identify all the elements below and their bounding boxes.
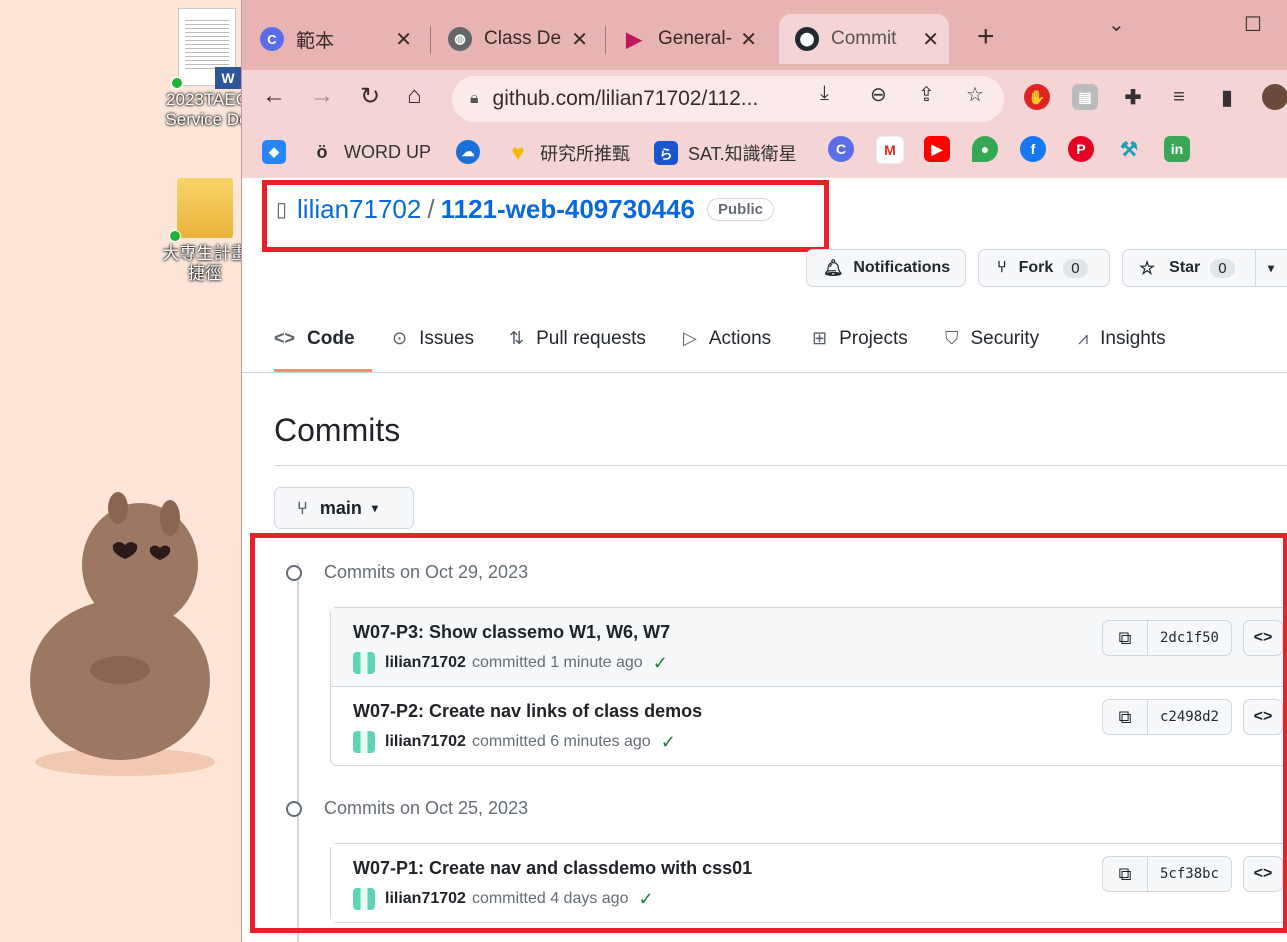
word-doc-thumbnail: W xyxy=(171,8,241,89)
tab-general[interactable]: ▶ General- ✕ xyxy=(622,14,767,64)
bookmark-item[interactable]: ☁ xyxy=(456,140,490,164)
back-icon[interactable]: ← xyxy=(262,82,286,110)
caret-down-icon: ▾ xyxy=(1268,261,1275,275)
tab-class-demo[interactable]: ◍ Class De ✕ xyxy=(448,14,598,64)
desktop-icon-label: 捷徑 xyxy=(188,264,222,283)
llama-wallpaper-illustration xyxy=(30,492,215,776)
sync-status-icon xyxy=(169,230,181,242)
branch-icon: ⑂ xyxy=(297,497,308,518)
document-extension-icon[interactable]: ▤ xyxy=(1072,84,1098,110)
shield-icon: ⛉ xyxy=(945,328,959,348)
sync-status-icon xyxy=(171,77,183,89)
issue-icon: ⊙ xyxy=(392,328,408,348)
branch-select-button[interactable]: ⑂ main ▾ xyxy=(274,487,414,529)
close-tab-icon[interactable]: ✕ xyxy=(922,27,939,52)
tab-insights[interactable]: ⩘ Insights xyxy=(1078,328,1166,372)
zoom-icon[interactable]: ⊖ xyxy=(870,82,887,107)
star-button[interactable]: ☆ Star 0 xyxy=(1122,249,1256,287)
bookmark-canva-icon[interactable]: C xyxy=(828,136,854,162)
folder-icon xyxy=(169,178,233,242)
bookmark-facebook-icon[interactable]: f xyxy=(1020,136,1046,162)
word-up-icon: ö xyxy=(316,141,328,162)
github-icon: ⬤ xyxy=(795,27,819,51)
url-text: github.com/lilian71702/112... xyxy=(492,87,759,110)
close-tab-icon[interactable]: ✕ xyxy=(571,27,588,52)
maximize-icon[interactable]: ☐ xyxy=(1244,12,1262,37)
divider xyxy=(274,465,1287,466)
browser-toolbar: ← → ↻ ⌂ 🔒︎ github.com/lilian71702/112...… xyxy=(242,70,1287,128)
bookmark-item[interactable]: ◆ xyxy=(262,140,296,164)
desktop-icon-folder-shortcut[interactable]: 大專生計畫 捷徑 xyxy=(155,178,255,284)
new-tab-button[interactable]: + xyxy=(977,20,995,54)
play-logo-icon: ▶ xyxy=(626,28,642,51)
caret-down-icon: ▾ xyxy=(371,501,378,515)
side-panel-icon[interactable]: ▮ xyxy=(1214,84,1240,110)
bookmark-tool-icon[interactable]: ⚒ xyxy=(1116,136,1142,162)
bell-icon: 🔔︎ xyxy=(823,260,844,277)
lock-icon: 🔒︎ xyxy=(470,90,479,107)
desktop-icon-label: 大專生計畫 xyxy=(162,244,248,263)
sat-icon: ら xyxy=(654,141,678,165)
fork-button[interactable]: ⑂ Fork 0 xyxy=(978,249,1110,287)
heart-icon: ♥ xyxy=(511,140,525,165)
pull-request-icon: ⇅ xyxy=(509,328,525,348)
tab-title: 範本 xyxy=(296,30,335,52)
media-control-icon[interactable]: ≡ xyxy=(1166,84,1192,110)
tab-pull-requests[interactable]: ⇅ Pull requests xyxy=(509,328,646,372)
adblock-extension-icon[interactable]: ✋ xyxy=(1024,84,1050,110)
tab-title: Commit xyxy=(831,28,897,49)
profile-avatar[interactable] xyxy=(1262,84,1287,110)
fork-count: 0 xyxy=(1063,258,1088,278)
home-icon[interactable]: ⌂ xyxy=(407,82,422,110)
tab-title: Class De xyxy=(484,28,562,49)
star-dropdown-button[interactable]: ▾ xyxy=(1255,249,1287,287)
repo-nav: <> Code ⊙ Issues ⇅ Pull requests ▷ Actions ⊞… xyxy=(242,328,1287,373)
extensions-puzzle-icon[interactable]: ✚ xyxy=(1120,84,1146,110)
bookmark-pinterest-icon[interactable]: P xyxy=(1068,136,1094,162)
close-tab-icon[interactable]: ✕ xyxy=(395,27,412,52)
tab-commits[interactable]: ⬤ Commit ✕ xyxy=(779,14,949,64)
bookmark-youtube-icon[interactable]: ▶ xyxy=(924,136,950,162)
word-icon: W xyxy=(215,67,241,89)
bookmark-maps-icon[interactable]: ● xyxy=(972,136,998,162)
notifications-button[interactable]: 🔔︎ Notifications xyxy=(806,249,966,287)
highlight-box-commits xyxy=(250,533,1287,933)
star-icon: ☆ xyxy=(1139,257,1156,278)
onedrive-icon: ☁ xyxy=(456,140,480,164)
tab-code[interactable]: <> Code xyxy=(274,328,372,372)
bookmark-graduate-school[interactable]: ♥ 研究所推甄 xyxy=(506,140,630,166)
tab-actions[interactable]: ▷ Actions xyxy=(683,328,771,372)
bookmark-sat[interactable]: ら SAT.知識衛星 xyxy=(654,140,797,166)
table-icon: ⊞ xyxy=(812,328,828,348)
close-tab-icon[interactable]: ✕ xyxy=(740,27,757,52)
tab-bar: C 範本 ✕ ◍ Class De ✕ ▶ General- ✕ ⬤ Commi… xyxy=(242,0,1287,70)
globe-icon: ◍ xyxy=(448,27,472,51)
graph-icon: ⩘ xyxy=(1078,328,1089,348)
play-icon: ▷ xyxy=(683,328,697,348)
bookmark-star-icon[interactable]: ☆ xyxy=(966,82,984,107)
bookmark-gmail-icon[interactable]: M xyxy=(876,136,904,164)
page-title: Commits xyxy=(274,412,401,448)
browser-window: C 範本 ✕ ◍ Class De ✕ ▶ General- ✕ ⬤ Commi… xyxy=(241,0,1287,942)
bookmark-in-icon[interactable]: in xyxy=(1164,136,1190,162)
star-count: 0 xyxy=(1210,258,1235,278)
tab-template[interactable]: C 範本 ✕ xyxy=(260,14,422,64)
github-page: ▯ lilian71702 / 1121-web-409730446 Publi… xyxy=(242,178,1287,942)
tab-title: General- xyxy=(658,28,732,49)
jira-icon: ◆ xyxy=(262,140,286,164)
canva-icon: C xyxy=(260,27,284,51)
highlight-box-repo xyxy=(262,180,829,252)
reload-icon[interactable]: ↻ xyxy=(360,82,380,111)
code-icon: <> xyxy=(274,328,296,348)
bookmark-word-up[interactable]: ö WORD UP xyxy=(310,140,432,164)
install-app-icon[interactable]: ⤓ xyxy=(820,82,829,105)
share-icon[interactable]: ⇪ xyxy=(918,82,935,107)
forward-icon[interactable]: → xyxy=(310,82,334,110)
tab-security[interactable]: ⛉ Security xyxy=(945,328,1039,372)
tab-projects[interactable]: ⊞ Projects xyxy=(812,328,908,372)
tab-search-icon[interactable]: ⌄ xyxy=(1108,12,1125,37)
tab-issues[interactable]: ⊙ Issues xyxy=(392,328,474,372)
fork-icon: ⑂ xyxy=(997,259,1007,276)
